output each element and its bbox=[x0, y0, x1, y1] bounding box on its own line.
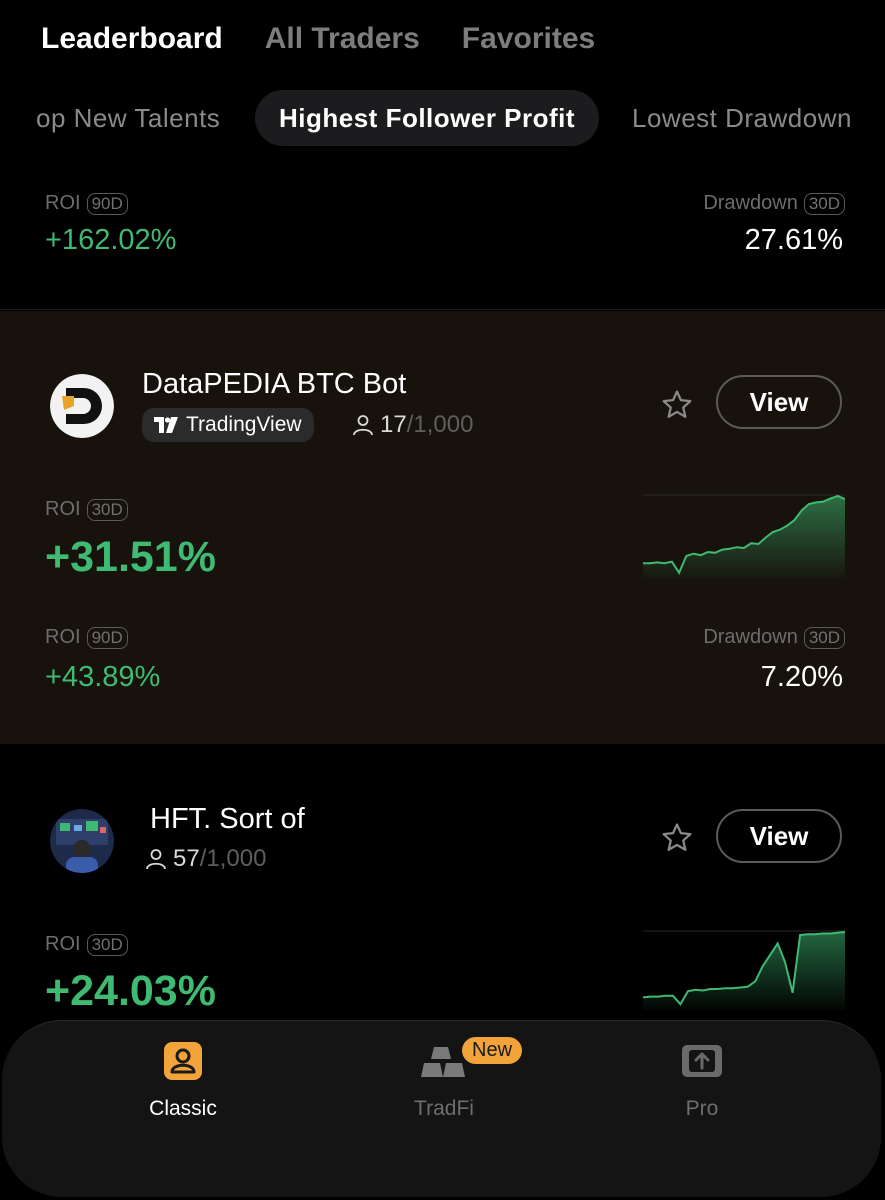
tab-all-traders[interactable]: All Traders bbox=[265, 22, 420, 56]
chip-top-new-talents[interactable]: op New Talents bbox=[36, 90, 220, 146]
person-icon bbox=[146, 849, 166, 870]
star-icon[interactable] bbox=[660, 388, 694, 422]
nav-classic[interactable]: Classic bbox=[103, 1041, 263, 1121]
tradfi-gold-bars-icon bbox=[421, 1047, 465, 1077]
trader-avatar bbox=[50, 809, 114, 873]
nav-tradfi[interactable]: New TradFi bbox=[364, 1037, 524, 1121]
classic-user-icon bbox=[164, 1042, 202, 1080]
drawdown-value: 27.61% bbox=[744, 224, 843, 256]
roi-90d-value: +162.02% bbox=[45, 224, 177, 256]
drawdown-label: Drawdown 30D bbox=[703, 192, 845, 215]
pro-upload-icon bbox=[682, 1045, 722, 1077]
new-badge: New bbox=[462, 1037, 523, 1064]
follower-count: 17/1,000 bbox=[352, 411, 473, 439]
person-icon bbox=[353, 415, 373, 436]
tab-leaderboard[interactable]: Leaderboard bbox=[41, 22, 223, 56]
tradingview-badge: TradingView bbox=[142, 408, 314, 442]
star-icon[interactable] bbox=[660, 821, 694, 855]
roi-90d-label: ROI 90D bbox=[45, 626, 128, 649]
roi-90d-value: +43.89% bbox=[45, 661, 161, 693]
drawdown-value: 7.20% bbox=[760, 661, 843, 693]
category-chip-bar: op New Talents Highest Follower Profit L… bbox=[0, 90, 885, 148]
top-tab-bar: Leaderboard All Traders Favorites bbox=[41, 22, 595, 56]
chip-highest-follower-profit[interactable]: Highest Follower Profit bbox=[255, 90, 600, 146]
view-button[interactable]: View bbox=[716, 809, 842, 863]
sparkline-area bbox=[643, 932, 845, 1010]
tradingview-logo-icon bbox=[154, 417, 178, 433]
bottom-nav-bar: Classic New TradFi Pro bbox=[2, 1020, 881, 1197]
view-button[interactable]: View bbox=[716, 375, 842, 429]
chip-lowest-drawdown[interactable]: Lowest Drawdown bbox=[632, 90, 852, 146]
sparkline-area bbox=[643, 496, 845, 578]
trader-name[interactable]: HFT. Sort of bbox=[150, 803, 305, 836]
tab-favorites[interactable]: Favorites bbox=[462, 22, 595, 56]
roi-sparkline-chart bbox=[643, 494, 845, 578]
nav-pro[interactable]: Pro bbox=[622, 1041, 782, 1121]
roi-90d-label: ROI 90D bbox=[45, 192, 128, 215]
follower-count: 57/1,000 bbox=[145, 845, 266, 873]
roi-30d-label: ROI 30D bbox=[45, 498, 128, 521]
trader-card-hft[interactable]: HFT. Sort of 57/1,000 View ROI 30D +24.0… bbox=[0, 745, 885, 1025]
trader-name[interactable]: DataPEDIA BTC Bot bbox=[142, 368, 406, 401]
trader-card-datapedia[interactable]: DataPEDIA BTC Bot TradingView 17/1,000 V… bbox=[0, 311, 885, 744]
drawdown-label: Drawdown 30D bbox=[703, 626, 845, 649]
roi-30d-label: ROI 30D bbox=[45, 933, 128, 956]
roi-30d-value: +31.51% bbox=[45, 533, 216, 581]
roi-30d-value: +24.03% bbox=[45, 967, 216, 1015]
trader-avatar bbox=[50, 374, 114, 438]
divider bbox=[0, 309, 885, 310]
roi-sparkline-chart bbox=[643, 930, 845, 1010]
